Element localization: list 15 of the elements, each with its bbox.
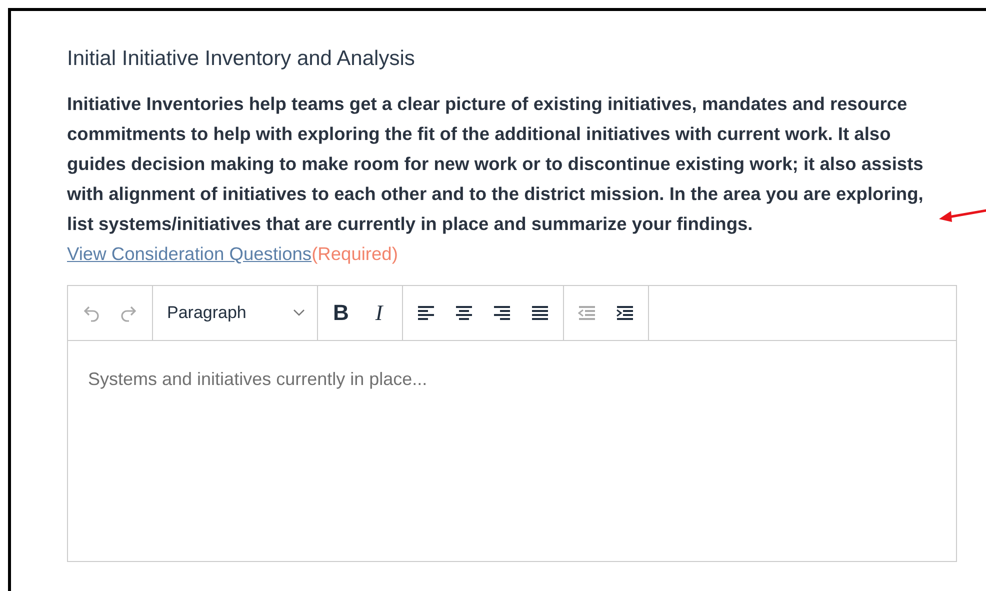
- italic-button[interactable]: I: [362, 296, 396, 330]
- align-right-icon: [493, 305, 511, 321]
- placeholder-text: Systems and initiatives currently in place...: [88, 369, 428, 389]
- bold-button[interactable]: B: [324, 296, 358, 330]
- align-center-icon: [455, 305, 473, 321]
- block-format-dropdown[interactable]: Paragraph: [159, 296, 311, 330]
- align-justify-icon: [531, 305, 549, 321]
- align-left-icon: [417, 305, 435, 321]
- indent-icon: [616, 305, 634, 321]
- chevron-down-icon: [293, 309, 305, 317]
- outdent-icon: [578, 305, 596, 321]
- consideration-questions-link[interactable]: View Consideration Questions: [67, 243, 312, 264]
- description-text: Initiative Inventories help teams get a clear picture of existing initiatives, mandates and resource commitments to help with exploring the fit of the additional initiatives with current work. It also guides decision making to make room for new work or to discontinue existing work; it also assists with alignment of initiatives to each other and to the district mission. In the area you are exploring, list systems/initiatives that are currently in place and summarize your findings. View Consideration Questions(Required): [67, 92, 924, 266]
- section-title: Initial Initiative Inventory and Analysis: [67, 47, 416, 71]
- required-label: (Required): [312, 243, 398, 264]
